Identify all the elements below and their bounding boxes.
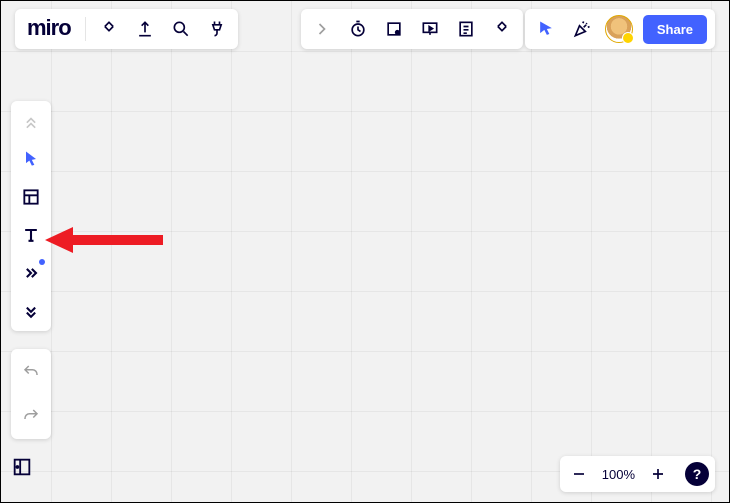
panels-button[interactable] xyxy=(11,456,47,492)
top-center-toolbar xyxy=(301,9,523,49)
search-icon[interactable] xyxy=(168,16,194,42)
board-menu-icon[interactable] xyxy=(96,16,122,42)
frame-icon[interactable] xyxy=(381,16,407,42)
zoom-toolbar: 100% ? xyxy=(560,456,715,492)
more-icon[interactable] xyxy=(489,16,515,42)
divider xyxy=(85,17,86,41)
cursor-tool-icon[interactable] xyxy=(533,16,559,42)
notes-icon[interactable] xyxy=(453,16,479,42)
avatar[interactable] xyxy=(605,15,633,43)
expand-down-icon[interactable] xyxy=(11,299,51,323)
chevron-right-icon[interactable] xyxy=(309,16,335,42)
canvas[interactable] xyxy=(1,1,729,502)
zoom-level[interactable]: 100% xyxy=(602,467,635,482)
left-toolbar xyxy=(11,101,51,331)
collapse-up-icon[interactable] xyxy=(11,109,51,133)
undo-icon[interactable] xyxy=(18,359,44,385)
help-button[interactable]: ? xyxy=(685,462,709,486)
timer-icon[interactable] xyxy=(345,16,371,42)
upload-icon[interactable] xyxy=(132,16,158,42)
zoom-out-icon[interactable] xyxy=(566,461,592,487)
more-tools-icon[interactable] xyxy=(11,261,51,285)
present-icon[interactable] xyxy=(417,16,443,42)
top-left-toolbar: miro xyxy=(15,9,238,49)
text-tool-icon[interactable] xyxy=(11,223,51,247)
miro-logo[interactable]: miro xyxy=(23,15,75,43)
top-right-toolbar: Share xyxy=(525,9,715,49)
plug-icon[interactable] xyxy=(204,16,230,42)
templates-icon[interactable] xyxy=(11,185,51,209)
history-toolbar xyxy=(11,349,51,439)
select-tool-icon[interactable] xyxy=(11,147,51,171)
share-button[interactable]: Share xyxy=(643,15,707,44)
celebrate-icon[interactable] xyxy=(569,16,595,42)
zoom-in-icon[interactable] xyxy=(645,461,671,487)
redo-icon[interactable] xyxy=(18,403,44,429)
